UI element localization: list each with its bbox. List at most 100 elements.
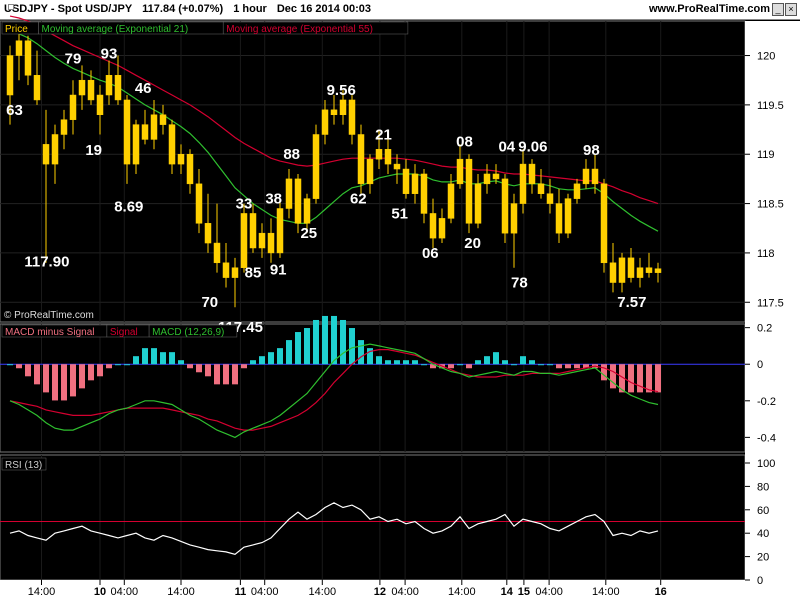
time-tick-label: 04:00 [391,586,419,598]
price-annotation: 9.06 [518,138,547,155]
rsi-tick-label: 40 [757,528,769,540]
price-annotation: 78 [511,274,528,291]
rsi-tick-label: 0 [757,575,763,587]
time-tick-label: 04:00 [251,586,279,598]
macd-histogram-bar [457,364,463,366]
macd-histogram-bar [601,364,607,381]
candle-body [438,218,446,239]
price-tick-label: 119 [757,149,775,161]
macd-legend-item: MACD (12,26,9) [152,327,224,338]
price-annotation: 79 [65,50,82,67]
price-annotation: 8.69 [114,198,143,215]
candle-body [600,183,608,264]
price-annotation: 7.57 [617,294,646,311]
macd-histogram-bar [331,315,337,365]
candle-body [555,203,563,234]
macd-histogram-bar [511,364,517,366]
price-annotation: 51 [391,205,408,222]
candle-body [609,262,617,283]
macd-histogram-bar [25,364,31,377]
price-legend-item: Price [5,24,28,35]
macd-histogram-bar [484,356,490,365]
price-legend-item: Moving average (Exponential 55) [226,24,373,35]
macd-histogram-bar [187,364,193,369]
candle-body [258,232,266,249]
macd-histogram-bar [205,364,211,377]
macd-histogram-bar [340,319,346,365]
candle-body [654,268,662,273]
candle-body [312,134,320,199]
candle-body [582,168,590,185]
candle-body [267,232,275,254]
macd-histogram-bar [304,328,310,365]
macd-histogram-bar [502,360,508,365]
candle-body [294,178,302,224]
macd-histogram-bar [16,364,22,369]
candle-body [222,262,230,278]
macd-histogram-bar [637,364,643,393]
time-tick-label: 14:00 [28,586,56,598]
candle-body [456,158,464,185]
candle-body [429,213,437,239]
macd-histogram-bar [178,360,184,365]
macd-histogram-bar [628,364,634,393]
macd-histogram-bar [268,352,274,365]
macd-histogram-bar [376,356,382,365]
candle-body [393,163,401,170]
time-tick-label: 16 [655,586,667,598]
candle-body [321,109,329,135]
candle-body [384,149,392,165]
macd-histogram-bar [655,364,661,393]
macd-histogram-bar [322,315,328,365]
macd-histogram-bar [556,364,562,369]
macd-histogram-bar [250,360,256,365]
macd-tick-label: -0.4 [757,432,776,444]
price-annotation: 117.90 [24,254,69,271]
macd-histogram-bar [106,364,112,369]
price-tick-label: 119.5 [757,100,784,112]
candle-body [357,134,365,185]
macd-histogram-bar [61,364,67,401]
candle-body [78,79,86,96]
candle-body [168,124,176,165]
candle-body [492,173,500,180]
candle-body [573,183,581,199]
price-annotation: 46 [135,80,152,97]
candle-body [591,168,599,185]
time-tick-label: 11 [235,586,247,598]
candle-body [411,173,419,194]
candle-body [528,163,536,185]
candle-body [69,94,77,120]
candle-body [114,75,122,101]
macd-histogram-bar [151,348,157,365]
candle-body [276,208,284,254]
macd-histogram-bar [133,356,139,365]
price-annotation: 85 [245,265,262,282]
macd-histogram-bar [313,319,319,365]
macd-histogram-bar [385,360,391,365]
candle-body [159,114,167,125]
macd-histogram-bar [214,364,220,385]
price-tick-label: 118 [757,248,775,260]
price-annotation: 20 [464,235,481,252]
candle-body [105,75,113,96]
macd-histogram-bar [97,364,103,377]
candle-body [204,223,212,244]
candle-body [348,99,356,135]
candle-body [132,124,140,165]
candle-body [60,119,68,135]
candle-body [87,79,95,101]
macd-histogram-bar [565,364,571,369]
macd-histogram-bar [349,328,355,365]
price-annotation: 9.56 [327,82,356,99]
macd-histogram-bar [574,364,580,369]
chart-svg: 120119.5119118.5118117.56379 9346198.6911… [0,15,800,600]
candle-body [24,40,32,76]
macd-histogram-bar [538,364,544,366]
macd-histogram-bar [529,360,535,365]
price-annotation: 25 [300,225,317,242]
price-legend-item: Moving average (Exponential 21) [42,24,189,35]
time-tick-label: 14:00 [309,586,337,598]
candle-body [303,198,311,224]
candle-body [51,134,59,165]
